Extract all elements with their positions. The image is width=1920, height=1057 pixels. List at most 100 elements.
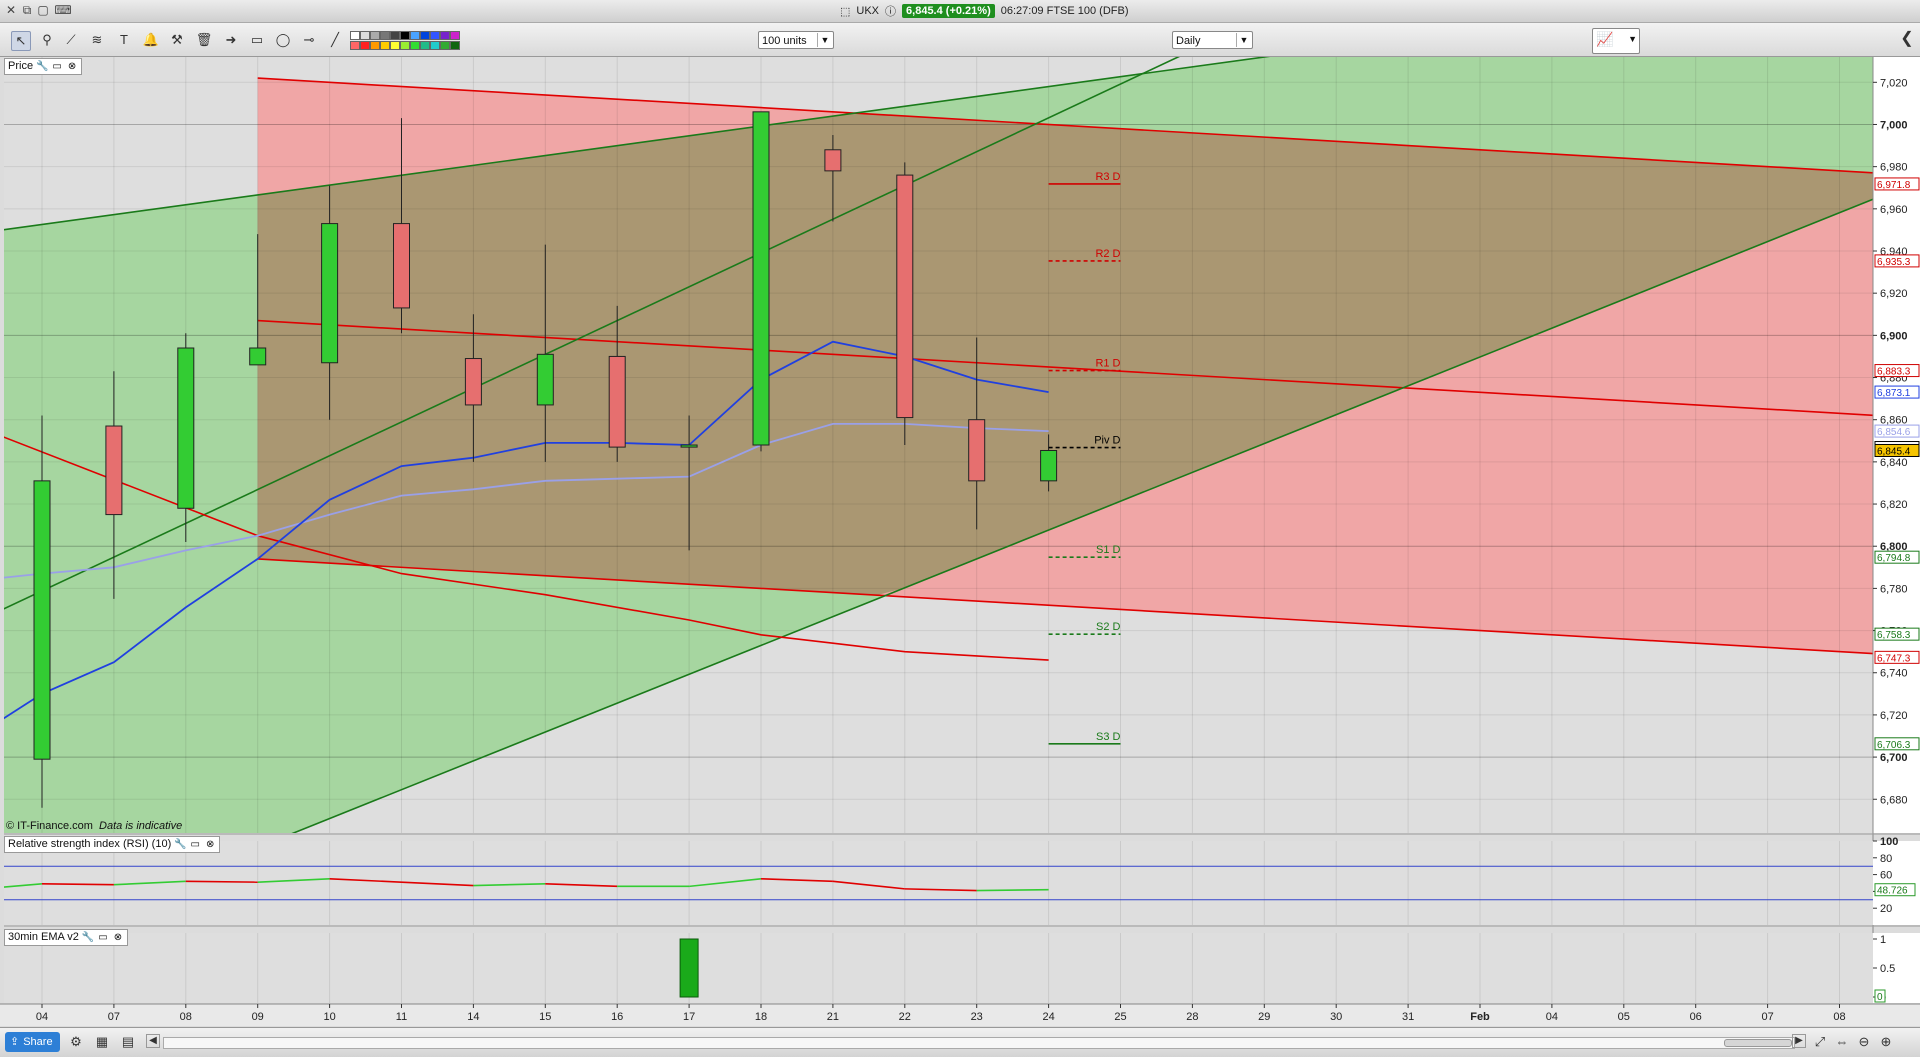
x-tick-label: 05: [1618, 1011, 1630, 1023]
wrench-icon[interactable]: 🔧: [36, 59, 48, 74]
swatch[interactable]: [440, 41, 450, 50]
y-tick-label: 1: [1880, 934, 1886, 946]
swatch[interactable]: [360, 31, 370, 40]
candle-body: [680, 444, 698, 448]
horizontal-scrollbar[interactable]: [163, 1037, 1795, 1049]
candle-body: [896, 174, 914, 419]
swatch[interactable]: [380, 41, 390, 50]
expand-icon[interactable]: ⇔: [1834, 1034, 1850, 1050]
pivot-label: R1 D: [1095, 358, 1120, 370]
trendline-tool-icon[interactable]: ⟋: [62, 31, 80, 49]
layout-icon[interactable]: ⚙: [68, 1034, 84, 1050]
alert-bell-icon[interactable]: 🔔: [142, 31, 160, 49]
ema-background: [4, 933, 1873, 1003]
swatch[interactable]: [380, 31, 390, 40]
interval-select[interactable]: Daily ▼: [1172, 31, 1253, 49]
window-icon[interactable]: ▭: [189, 837, 201, 852]
close-icon[interactable]: ⊗: [66, 59, 78, 74]
swatch[interactable]: [430, 31, 440, 40]
axis-value-label: 6,706.3: [1877, 740, 1911, 751]
candle-body: [824, 149, 842, 172]
swatch[interactable]: [400, 41, 410, 50]
x-tick-label: 21: [827, 1011, 839, 1023]
swatch[interactable]: [370, 31, 380, 40]
chart-area[interactable]: R3 DR2 DR1 DPiv DS1 DS2 DS3 D6,6806,7006…: [0, 57, 1920, 1027]
wrench-icon[interactable]: 🔧: [82, 930, 94, 945]
x-tick-label: 30: [1330, 1011, 1342, 1023]
close-icon[interactable]: ✕: [4, 4, 18, 17]
x-tick-label: 09: [252, 1011, 264, 1023]
y-tick-label: 6,900: [1880, 330, 1908, 342]
rectangle-tool-icon[interactable]: ▭: [248, 31, 266, 49]
ema-label-text: 30min EMA v2: [8, 931, 79, 943]
candle-body: [536, 353, 554, 406]
share-button[interactable]: ⇪ Share: [5, 1032, 60, 1052]
line-tool-icon[interactable]: ╱: [326, 31, 344, 49]
restore-icon[interactable]: ⧉: [20, 4, 34, 17]
fit-icon[interactable]: ⤢: [1812, 1034, 1828, 1050]
swatch[interactable]: [420, 41, 430, 50]
y-tick-label: 6,740: [1880, 668, 1908, 680]
swatch[interactable]: [440, 31, 450, 40]
y-tick-label: 6,960: [1880, 204, 1908, 216]
y-tick-label: 6,980: [1880, 162, 1908, 174]
wrench-icon[interactable]: 🔧: [174, 837, 186, 852]
x-tick-label: 04: [1546, 1011, 1558, 1023]
keyboard-icon[interactable]: ⌨: [54, 4, 72, 17]
ema-value-label: 0: [1877, 992, 1883, 1003]
candle-body: [249, 347, 267, 366]
swatch[interactable]: [390, 41, 400, 50]
scroll-right-icon[interactable]: ▶: [1792, 1034, 1806, 1048]
scrollbar-thumb[interactable]: [1724, 1039, 1792, 1047]
candle-body: [177, 347, 195, 509]
zoom-icon[interactable]: ⚲: [38, 31, 56, 49]
swatch[interactable]: [430, 41, 440, 50]
settings-icon[interactable]: ▤: [120, 1034, 136, 1050]
pivot-label: S2 D: [1096, 621, 1121, 633]
close-icon[interactable]: ⊗: [204, 837, 216, 852]
hline-tool-icon[interactable]: ⊸: [300, 31, 318, 49]
fibonacci-icon[interactable]: ≋: [88, 31, 106, 49]
x-tick-label: 14: [467, 1011, 479, 1023]
swatch[interactable]: [420, 31, 430, 40]
window-icon[interactable]: ▭: [97, 930, 109, 945]
swatch[interactable]: [350, 31, 360, 40]
axis-value-label: 6,873.1: [1877, 388, 1911, 399]
trash-icon[interactable]: 🗑: [195, 31, 213, 49]
swatch[interactable]: [370, 41, 380, 50]
swatch[interactable]: [450, 41, 460, 50]
info-icon[interactable]: ⓘ: [885, 3, 896, 19]
zoom-in-icon[interactable]: ⊕: [1878, 1034, 1894, 1050]
y-tick-label: 6,720: [1880, 710, 1908, 722]
swatch[interactable]: [360, 41, 370, 50]
popout-icon[interactable]: ▢: [36, 4, 50, 17]
swatch[interactable]: [410, 41, 420, 50]
color-palette[interactable]: [350, 31, 506, 51]
swatch[interactable]: [400, 31, 410, 40]
side-panel-icon[interactable]: ❮: [1898, 30, 1916, 48]
candle-body: [608, 355, 626, 448]
swatch[interactable]: [410, 31, 420, 40]
share-icon: ⇪: [10, 1036, 20, 1048]
table-icon[interactable]: ▦: [94, 1034, 110, 1050]
pivot-label: R2 D: [1095, 248, 1120, 260]
candle-body: [464, 358, 482, 406]
close-icon[interactable]: ⊗: [112, 930, 124, 945]
chevron-down-icon: ▼: [817, 33, 832, 47]
window-icon[interactable]: ▭: [51, 59, 63, 74]
text-tool-icon[interactable]: T: [115, 31, 133, 49]
hammer-icon[interactable]: ⚒: [168, 31, 186, 49]
y-tick-label: 100: [1880, 836, 1898, 848]
swatch[interactable]: [350, 41, 360, 50]
ellipse-tool-icon[interactable]: ◯: [274, 31, 292, 49]
pointer-icon[interactable]: ↖: [11, 31, 31, 51]
y-tick-label: 0.5: [1880, 963, 1895, 975]
zoom-out-icon[interactable]: ⊖: [1856, 1034, 1872, 1050]
units-select[interactable]: 100 units ▼: [758, 31, 834, 49]
chart-type-button[interactable]: 📈 ▼: [1592, 28, 1640, 54]
scroll-left-icon[interactable]: ◀: [146, 1034, 160, 1048]
swatch[interactable]: [450, 31, 460, 40]
swatch[interactable]: [390, 31, 400, 40]
arrow-right-icon[interactable]: ➜: [222, 31, 240, 49]
share-label: Share: [23, 1036, 53, 1048]
